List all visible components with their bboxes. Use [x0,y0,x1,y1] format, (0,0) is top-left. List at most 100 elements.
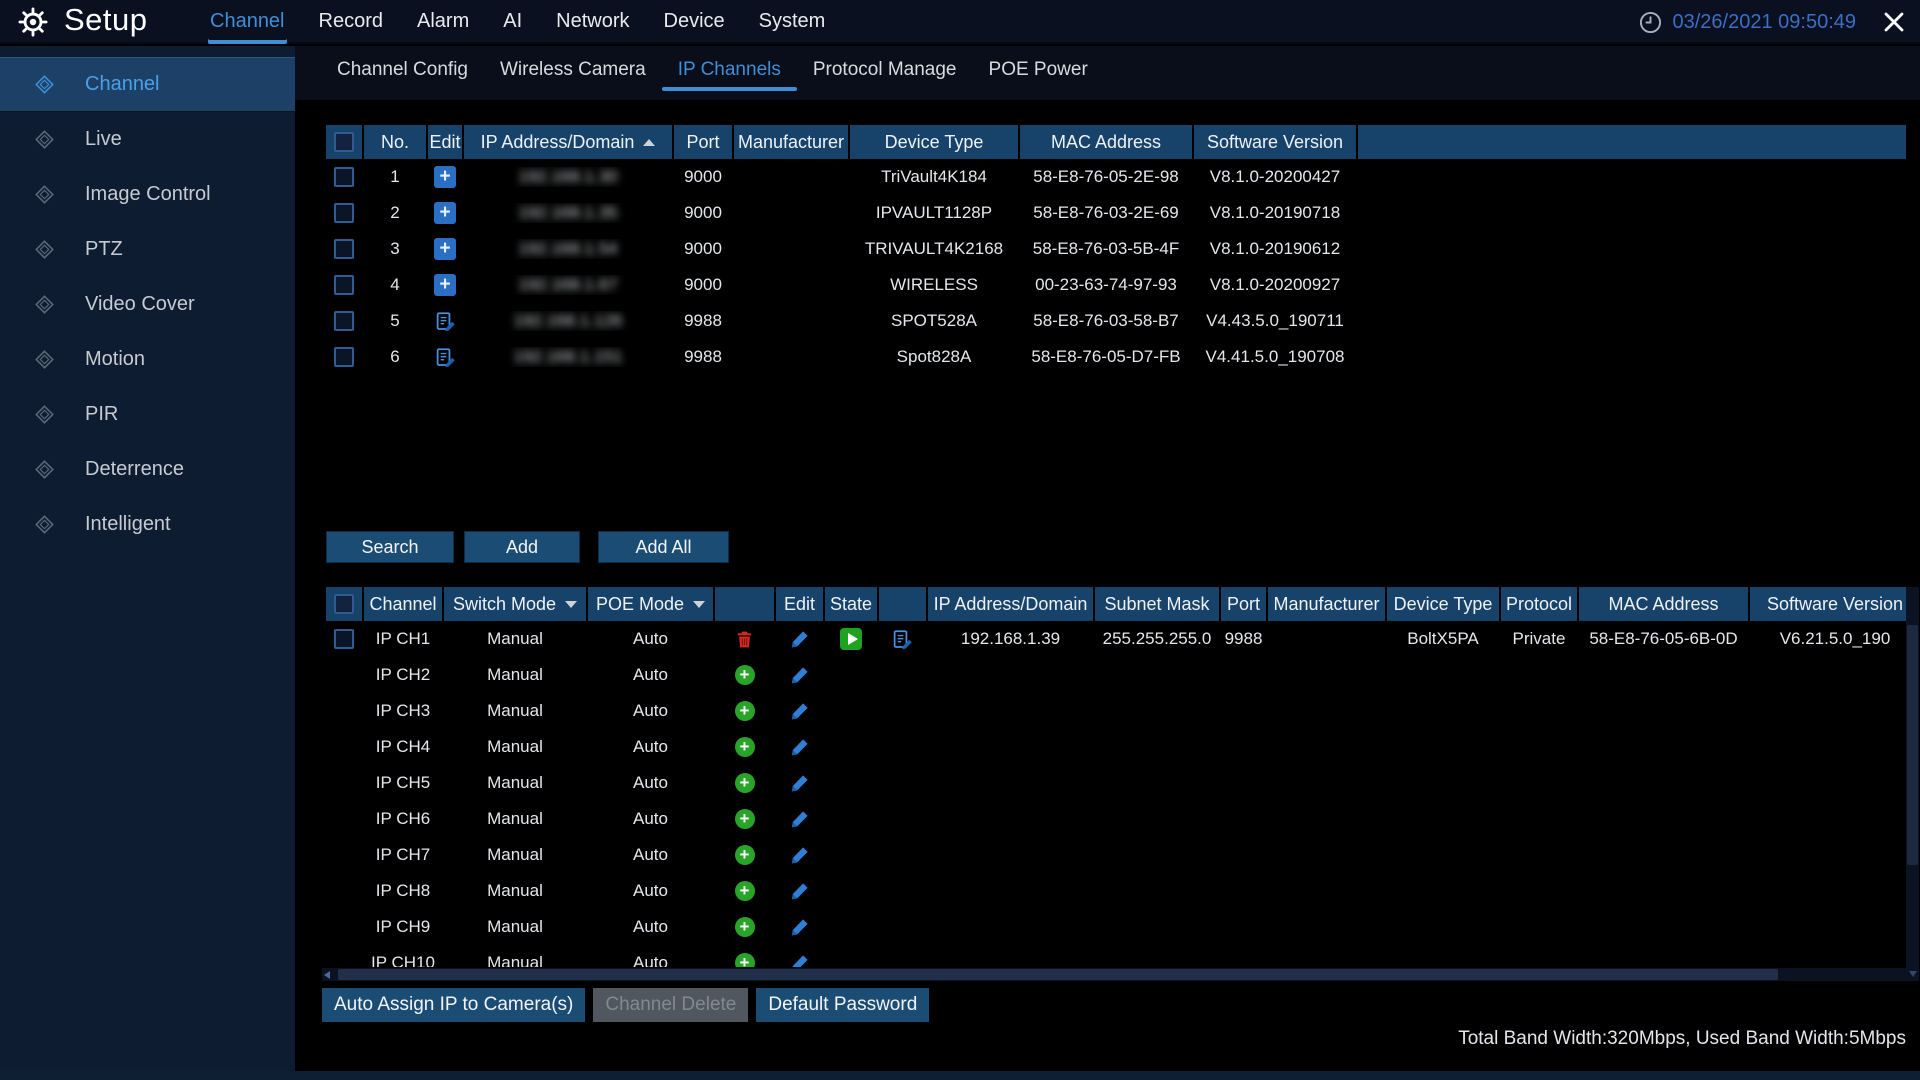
add-circle-icon[interactable]: + [735,665,755,685]
top-menu-device[interactable]: Device [662,0,727,44]
header-edit: Edit [776,587,823,621]
header-edit: Edit [428,125,462,159]
cell-port: 9988 [1221,629,1266,649]
sidebar-item-ptz[interactable]: PTZ [0,222,295,277]
doc-edit-icon[interactable] [435,311,456,332]
cell-action [715,630,774,649]
horizontal-scrollbar-thumb[interactable] [338,969,1778,980]
top-menu-alarm[interactable]: Alarm [415,0,471,44]
add-plus-icon[interactable]: + [434,166,456,188]
sidebar-item-image-control[interactable]: Image Control [0,167,295,222]
searched-device-row: 2+192.168.1.359000IPVAULT1128P58-E8-76-0… [326,195,1906,231]
sidebar-item-live[interactable]: Live [0,112,295,167]
sidebar-item-motion[interactable]: Motion [0,332,295,387]
pencil-icon[interactable] [790,665,810,685]
add-button[interactable]: Add [464,531,580,563]
sidebar-item-label: Image Control [85,183,211,206]
select-all-checkbox[interactable] [334,594,354,614]
trash-icon[interactable] [735,630,754,649]
diamond-icon [34,514,55,535]
auto-assign-ip-button[interactable]: Auto Assign IP to Camera(s) [322,988,585,1022]
sidebar-item-deterrence[interactable]: Deterrence [0,442,295,497]
doc-edit-icon[interactable] [892,629,913,650]
add-circle-icon[interactable]: + [735,953,755,967]
sidebar-item-label: Intelligent [85,513,171,536]
cell-switch-mode: Manual [444,665,586,685]
cell-no: 2 [364,203,426,223]
page-title: Setup [64,2,148,38]
horizontal-scrollbar[interactable] [322,968,1906,981]
cell-action [776,737,823,757]
pencil-icon[interactable] [790,845,810,865]
add-circle-icon[interactable]: + [735,845,755,865]
tab-ip-channels[interactable]: IP Channels [676,55,783,91]
tab-channel-config[interactable]: Channel Config [335,55,470,91]
sidebar-item-channel[interactable]: Channel [0,57,295,112]
pencil-icon[interactable] [790,881,810,901]
row-checkbox[interactable] [334,203,354,223]
add-plus-icon[interactable]: + [434,202,456,224]
add-circle-icon[interactable]: + [735,809,755,829]
add-circle-icon[interactable]: + [735,773,755,793]
row-checkbox[interactable] [334,239,354,259]
top-menu-network[interactable]: Network [554,0,631,44]
top-menu-ai[interactable]: AI [501,0,524,44]
play-state-icon[interactable] [840,628,862,650]
cell-software-version: V8.1.0-20200427 [1194,167,1356,187]
cell-poe-mode: Auto [588,665,713,685]
top-menu-record[interactable]: Record [317,0,385,44]
row-checkbox[interactable] [334,311,354,331]
row-checkbox[interactable] [334,629,354,649]
cell-ip-address: 192.168.1.151 [464,347,672,367]
vertical-scrollbar-thumb[interactable] [1907,625,1918,865]
cell-action [776,809,823,829]
vertical-scrollbar[interactable] [1906,587,1919,981]
add-circle-icon[interactable]: + [735,917,755,937]
sidebar-item-intelligent[interactable]: Intelligent [0,497,295,552]
tab-poe-power[interactable]: POE Power [987,55,1090,91]
tab-protocol-manage[interactable]: Protocol Manage [811,55,959,91]
sidebar-item-pir[interactable]: PIR [0,387,295,442]
sidebar-item-video-cover[interactable]: Video Cover [0,277,295,332]
header-device-type: Device Type [850,125,1018,159]
top-menu-system[interactable]: System [757,0,828,44]
cell-channel: IP CH3 [364,701,442,721]
cell-port: 9000 [674,275,732,295]
header-switch-mode[interactable]: Switch Mode [444,587,586,621]
pencil-icon[interactable] [790,737,810,757]
cell-switch-mode: Manual [444,629,586,649]
topbar-right: 03/26/2021 09:50:49 [1639,0,1906,44]
channel-row: IP CH10ManualAuto+ [326,945,1906,967]
doc-edit-icon[interactable] [435,347,456,368]
cell-software-version: V4.43.5.0_190711 [1194,311,1356,331]
header-poe-mode[interactable]: POE Mode [588,587,713,621]
cell-poe-mode: Auto [588,701,713,721]
pencil-icon[interactable] [790,701,810,721]
add-circle-icon[interactable]: + [735,881,755,901]
row-checkbox[interactable] [334,275,354,295]
tab-wireless-camera[interactable]: Wireless Camera [498,55,648,91]
scroll-down-icon[interactable] [1909,971,1917,977]
add-circle-icon[interactable]: + [735,737,755,757]
search-button[interactable]: Search [326,531,454,563]
pencil-icon[interactable] [790,773,810,793]
scroll-left-icon[interactable] [324,971,330,979]
select-all-checkbox[interactable] [334,132,354,152]
add-circle-icon[interactable]: + [735,701,755,721]
close-icon[interactable] [1882,10,1906,34]
header-port: Port [674,125,732,159]
pencil-icon[interactable] [790,629,810,649]
row-checkbox[interactable] [334,347,354,367]
cell-channel: IP CH4 [364,737,442,757]
header-ip-address-domain[interactable]: IP Address/Domain [464,125,672,159]
top-menu-channel[interactable]: Channel [208,0,287,44]
default-password-button[interactable]: Default Password [756,988,929,1022]
pencil-icon[interactable] [790,917,810,937]
add-all-button[interactable]: Add All [598,531,729,563]
add-plus-icon[interactable]: + [434,238,456,260]
row-checkbox[interactable] [334,167,354,187]
pencil-icon[interactable] [790,809,810,829]
pencil-icon[interactable] [790,953,810,967]
cell-ip-address: 192.168.1.67 [464,275,672,295]
add-plus-icon[interactable]: + [434,274,456,296]
